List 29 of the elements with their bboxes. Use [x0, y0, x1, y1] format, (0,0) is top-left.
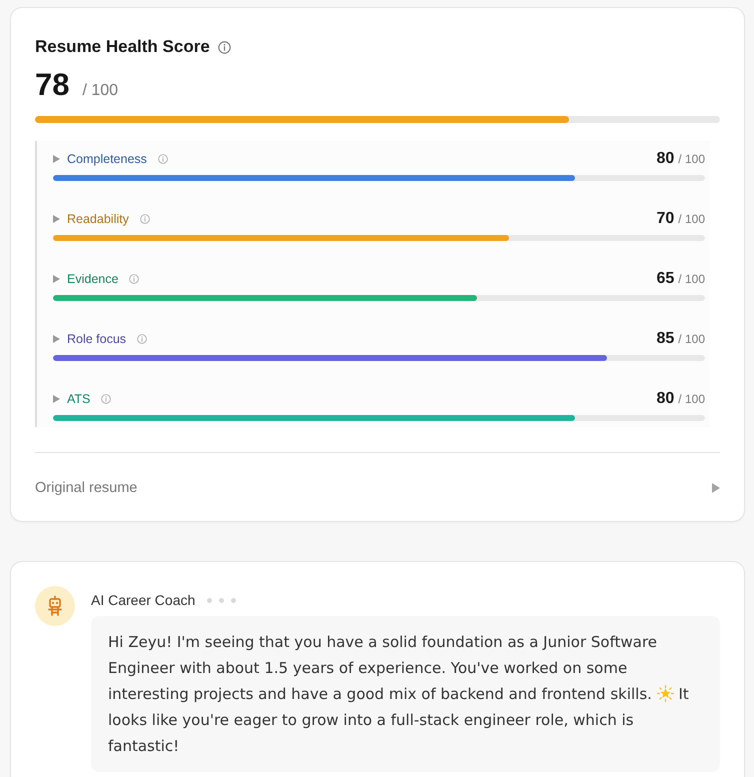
robot-avatar-icon — [35, 586, 75, 626]
category-toggle[interactable]: Completeness — [53, 152, 147, 166]
category-toggle[interactable]: Role focus — [53, 332, 126, 346]
glowing-star-icon — [656, 685, 674, 702]
message-text: Hi Zeyu! I'm seeing that you have a solid foundation as a Junior Software Engineer with about 1.5 years of experience. You've worked on some interesting projects and have a good mix of backend and frontend skills. It looks like you're eager to grow into a full-stack engineer role, which is fantastic! — [108, 632, 690, 757]
original-resume-toggle[interactable]: Original resume — [35, 453, 720, 521]
category-max: / 100 — [678, 392, 705, 406]
card-title: Resume Health Score — [35, 36, 210, 58]
category-score: 80 — [656, 390, 674, 408]
category-score: 80 — [656, 150, 674, 168]
category-score: 85 — [656, 330, 674, 348]
info-icon[interactable] — [137, 334, 148, 344]
info-icon[interactable] — [101, 394, 112, 404]
category-max: / 100 — [678, 152, 705, 166]
info-icon[interactable] — [140, 214, 150, 224]
category-toggle[interactable]: ATS — [53, 392, 90, 406]
category-toggle[interactable]: Readability — [53, 212, 129, 226]
sender-name: AI Career Coach — [91, 591, 196, 609]
info-icon[interactable] — [158, 154, 168, 164]
info-icon[interactable] — [129, 274, 140, 284]
info-icon[interactable] — [218, 40, 231, 54]
category-max: / 100 — [678, 212, 705, 226]
category-max: / 100 — [678, 272, 705, 286]
category-score: 70 — [656, 210, 674, 228]
score-max: / 100 — [82, 82, 118, 100]
score-value: 78 — [35, 66, 70, 104]
category-toggle[interactable]: Evidence — [53, 272, 118, 286]
category-max: / 100 — [678, 332, 705, 346]
category-score: 65 — [656, 270, 674, 288]
